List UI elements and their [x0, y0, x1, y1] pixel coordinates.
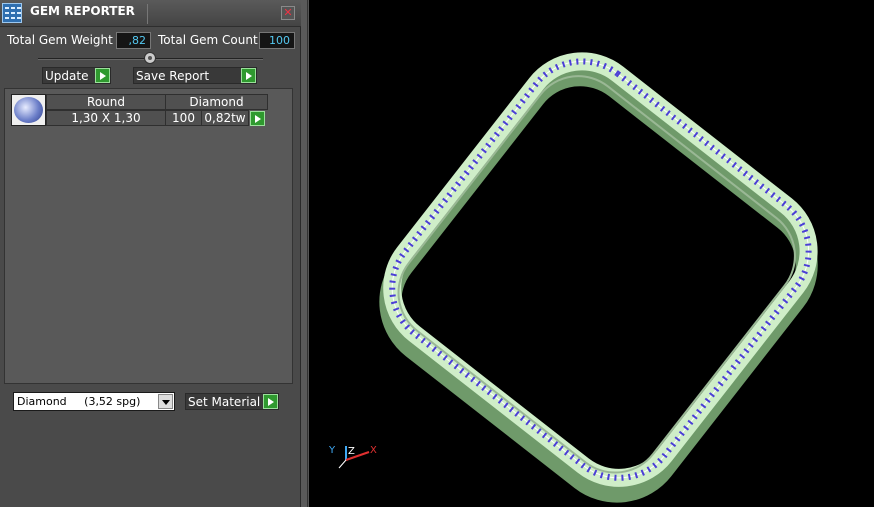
- gem-material-cell: Diamond: [165, 94, 268, 110]
- set-material-button-label: Set Material: [188, 395, 261, 409]
- play-arrow-icon: [241, 68, 256, 83]
- ring-band-lower: [379, 64, 818, 503]
- viewport-canvas[interactable]: Y Z X: [309, 0, 874, 507]
- title-separator: [147, 4, 148, 24]
- total-gem-count-field[interactable]: 100: [259, 32, 295, 49]
- play-arrow-icon: [95, 68, 110, 83]
- total-gem-weight-field[interactable]: ,82: [116, 32, 151, 49]
- gem-size-cell: 1,30 X 1,30: [46, 110, 166, 126]
- gem-row-arrow-button[interactable]: [250, 111, 265, 126]
- gem-count-cell: 100: [165, 110, 202, 126]
- save-report-button-label: Save Report: [136, 69, 210, 83]
- close-button[interactable]: ✕: [281, 6, 295, 20]
- ring-model: [379, 52, 818, 503]
- update-button[interactable]: Update: [42, 67, 111, 84]
- chevron-down-icon[interactable]: [158, 394, 173, 409]
- x-axis-label: X: [370, 445, 377, 456]
- y-axis-label: Y: [328, 445, 336, 456]
- title-bar: GEM REPORTER ✕: [0, 0, 301, 27]
- ring-band-upper: [383, 52, 818, 487]
- gem-weight-cell: 0,82tw: [201, 110, 249, 126]
- gem-list[interactable]: Round Diamond 1,30 X 1,30 100 0,82tw: [4, 88, 293, 384]
- ring-inner-edge: [397, 75, 796, 474]
- gem-shape-cell: Round: [46, 94, 166, 110]
- material-select[interactable]: Diamond (3,52 spg): [13, 392, 175, 411]
- panel-splitter[interactable]: [301, 0, 308, 507]
- gem-reporter-app-icon: [2, 3, 22, 23]
- gem-reporter-panel: GEM REPORTER ✕ Total Gem Weight ,82 Tota…: [0, 0, 301, 507]
- axis-gizmo: Y Z X: [328, 445, 377, 469]
- 3d-viewport[interactable]: Y Z X: [308, 0, 874, 507]
- window-title: GEM REPORTER: [30, 4, 135, 18]
- ring-edge: [391, 60, 810, 479]
- size-slider-thumb[interactable]: [144, 52, 156, 64]
- z-axis-line: [338, 459, 347, 469]
- play-arrow-icon: [263, 394, 278, 409]
- total-gem-weight-label: Total Gem Weight: [7, 33, 113, 47]
- round-gem-thumbnail-icon: [11, 94, 46, 126]
- save-report-button[interactable]: Save Report: [133, 67, 257, 84]
- material-select-value: Diamond (3,52 spg): [17, 395, 141, 408]
- update-button-label: Update: [45, 69, 89, 83]
- set-material-button[interactable]: Set Material: [185, 393, 279, 410]
- total-gem-count-label: Total Gem Count: [158, 33, 258, 47]
- pave-gems: [389, 58, 812, 481]
- z-axis-label: Z: [348, 446, 355, 457]
